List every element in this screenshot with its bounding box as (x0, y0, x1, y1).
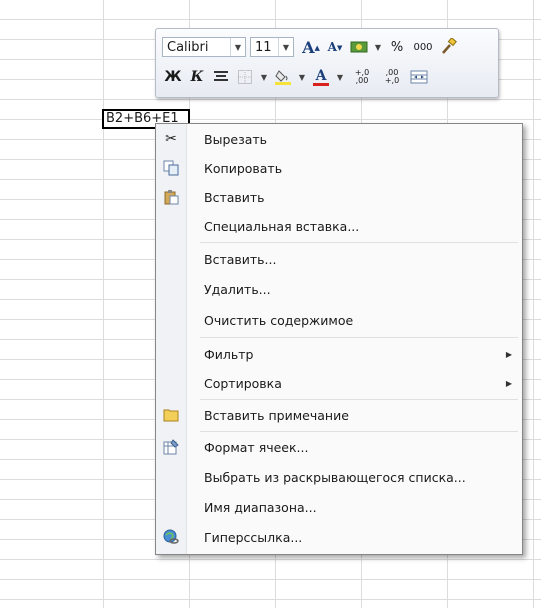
chevron-down-icon[interactable]: ▼ (230, 38, 245, 56)
format-painter-button[interactable] (438, 36, 460, 58)
menu-item-label: Гиперссылка... (204, 529, 303, 545)
chevron-down-icon[interactable]: ▼ (372, 36, 384, 58)
bold-label: Ж (164, 69, 182, 85)
font-size-value: 11 (255, 39, 272, 55)
menu-item-clear-contents[interactable]: Очистить содержимое (156, 307, 522, 333)
font-color-swatch (313, 82, 329, 86)
thousands-separator-button[interactable]: 000 (410, 36, 436, 58)
menu-item-sort[interactable]: Сортировка ▶ (156, 370, 522, 396)
borders-icon (238, 70, 252, 84)
context-menu: ✂ Вырезать Копировать Вставить Специальн… (155, 123, 523, 555)
format-cells-icon (156, 434, 186, 460)
menu-item-range-name[interactable]: Имя диапазона... (156, 494, 522, 520)
menu-item-label: Специальная вставка... (204, 218, 360, 234)
shrink-font-button[interactable]: A ▼ (324, 36, 346, 58)
center-align-button[interactable] (210, 66, 232, 88)
menu-item-copy[interactable]: Копировать (156, 155, 522, 181)
mini-toolbar: Calibri ▼ 11 ▼ A ▲ A ▼ ▼ % 000 Ж К ▼ ▼ A… (155, 28, 499, 98)
menu-item-label: Сортировка (204, 375, 282, 391)
menu-item-label: Вставить примечание (204, 407, 349, 423)
scissors-icon: ✂ (165, 131, 177, 147)
menu-item-filter[interactable]: Фильтр ▶ (156, 341, 522, 367)
chevron-down-icon[interactable]: ▼ (296, 66, 308, 88)
menu-item-delete[interactable]: Удалить... (156, 276, 522, 302)
menu-item-pick-from-list[interactable]: Выбрать из раскрывающегося списка... (156, 464, 522, 490)
percent-button[interactable]: % (386, 36, 408, 58)
menu-item-label: Фильтр (204, 346, 254, 362)
menu-separator (200, 242, 518, 243)
borders-button[interactable] (234, 66, 256, 88)
menu-item-label: Вырезать (204, 131, 268, 147)
menu-item-label: Вставить (204, 189, 265, 205)
merge-center-icon (410, 70, 428, 84)
font-size-combo[interactable]: 11 ▼ (250, 37, 294, 57)
grow-font-button[interactable]: A ▲ (300, 36, 322, 58)
menu-item-label: Удалить... (204, 281, 271, 297)
copy-icon (156, 155, 186, 181)
chevron-down-icon[interactable]: ▼ (278, 38, 293, 56)
menu-item-cut[interactable]: ✂ Вырезать (156, 126, 522, 152)
menu-item-label: Копировать (204, 160, 283, 176)
increase-decimal-label: +,0 ,00 (354, 68, 370, 85)
font-color-label: A (315, 67, 327, 84)
menu-item-paste-special[interactable]: Специальная вставка... (156, 213, 522, 239)
menu-item-label: Имя диапазона... (204, 499, 317, 515)
fill-bucket-icon (275, 70, 288, 82)
menu-separator (200, 399, 518, 400)
submenu-arrow-icon: ▶ (505, 378, 512, 388)
decrease-decimal-label: ,00 +,0 (384, 68, 400, 85)
menu-item-label: Формат ячеек... (204, 439, 309, 455)
font-name-combo[interactable]: Calibri ▼ (162, 37, 246, 57)
thousands-label: 000 (413, 41, 433, 53)
menu-item-hyperlink[interactable]: Гиперссылка... (156, 524, 522, 550)
format-painter-icon (442, 38, 457, 54)
increase-decimal-button[interactable]: +,0 ,00 (348, 66, 376, 88)
italic-button[interactable]: К (186, 66, 208, 88)
comment-icon (156, 402, 186, 428)
paste-icon (156, 184, 186, 210)
shrink-font-label: A (327, 40, 337, 54)
fill-color-swatch (275, 82, 291, 85)
font-color-button[interactable]: A (310, 66, 332, 88)
menu-item-insert-comment[interactable]: Вставить примечание (156, 402, 522, 428)
menu-item-label: Вставить... (204, 251, 277, 267)
menu-item-label: Очистить содержимое (204, 312, 354, 328)
decrease-decimal-button[interactable]: ,00 +,0 (378, 66, 406, 88)
fill-color-button[interactable] (272, 66, 294, 88)
menu-item-format-cells[interactable]: Формат ячеек... (156, 434, 522, 460)
chevron-down-icon[interactable]: ▼ (334, 66, 346, 88)
menu-item-paste[interactable]: Вставить (156, 184, 522, 210)
submenu-arrow-icon: ▶ (505, 349, 512, 359)
menu-item-label: Выбрать из раскрывающегося списка... (204, 469, 466, 485)
bold-button[interactable]: Ж (162, 66, 184, 88)
menu-separator (200, 337, 518, 338)
hyperlink-icon (156, 524, 186, 550)
menu-item-insert[interactable]: Вставить... (156, 246, 522, 272)
italic-label: К (190, 69, 204, 85)
menu-separator (200, 431, 518, 432)
merge-center-button[interactable] (408, 66, 430, 88)
font-name-value: Calibri (167, 39, 209, 55)
grow-font-label: A (302, 37, 315, 57)
percent-label: % (390, 39, 404, 55)
align-center-icon (214, 71, 228, 81)
chevron-down-icon[interactable]: ▼ (258, 66, 270, 88)
currency-icon (350, 41, 368, 53)
currency-format-button[interactable] (348, 36, 370, 58)
